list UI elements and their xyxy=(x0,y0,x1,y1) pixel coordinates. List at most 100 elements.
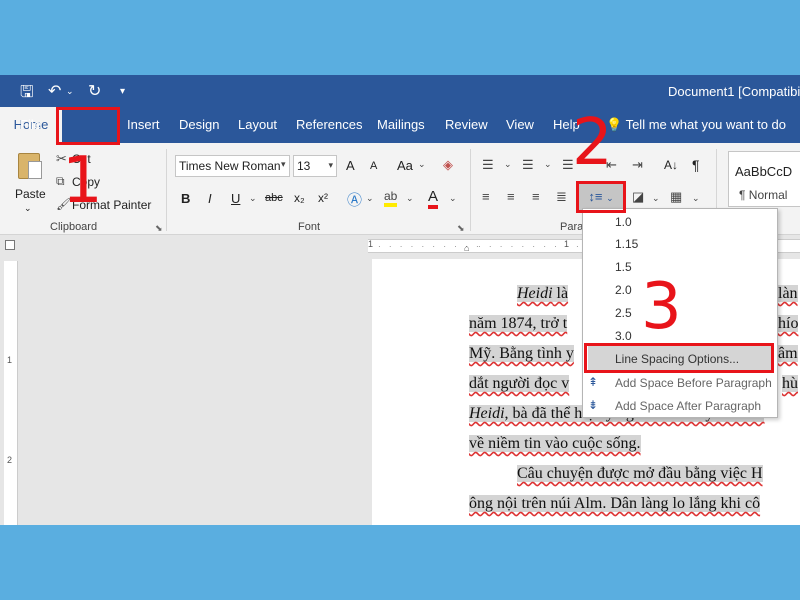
ribbon-tabs: File Home Insert Design Layout Reference… xyxy=(0,107,800,143)
bullets-dropdown-icon[interactable]: ⌄ xyxy=(504,159,512,170)
strikethrough-button[interactable]: abc xyxy=(265,192,283,204)
tab-layout[interactable]: Layout xyxy=(238,117,277,132)
doc-line: Câu chuyện được mở đầu bằng việc H xyxy=(517,465,763,483)
styles-gallery[interactable]: AaBbCcD ¶ Normal xyxy=(728,151,800,207)
line-spacing-option-2-5[interactable]: 2.5 xyxy=(615,306,632,320)
doc-text: Heidi xyxy=(469,405,505,422)
doc-text: hù xyxy=(782,375,798,392)
paste-button[interactable]: Paste ⌄ xyxy=(10,151,50,213)
ruler-tick-label: 1 xyxy=(7,355,13,365)
font-size-value: 13 xyxy=(297,159,311,173)
tab-review[interactable]: Review xyxy=(445,117,488,132)
divider xyxy=(470,149,471,231)
bold-button[interactable]: B xyxy=(181,191,190,206)
doc-text: về niềm tin vào cuộc sống. xyxy=(469,435,641,452)
annotation-box-home xyxy=(56,107,120,145)
tell-me-search[interactable]: 💡 Tell me what you want to do xyxy=(606,117,786,133)
doc-line: về niềm tin vào cuộc sống. xyxy=(469,435,641,453)
bullets-icon[interactable]: ☰ xyxy=(482,157,494,173)
doc-text: ông nội trên núi Alm. Dân làng lo lắng k… xyxy=(469,495,761,512)
font-group-label: Font xyxy=(298,221,321,233)
change-case-dropdown-icon[interactable]: ⌄ xyxy=(418,159,426,170)
font-family-select[interactable]: Times New Roman xyxy=(175,155,290,177)
highlight-icon[interactable]: ab xyxy=(384,189,398,207)
vertical-ruler[interactable]: 1 2 xyxy=(4,261,18,525)
save-icon[interactable]: 🖫 xyxy=(20,81,34,108)
increase-indent-icon[interactable]: ⇥ xyxy=(632,157,643,173)
tab-mailings[interactable]: Mailings xyxy=(377,117,425,132)
doc-line: Mỹ. Bằng tình y xyxy=(469,345,574,363)
add-space-before-icon: ⇞ xyxy=(588,375,599,389)
doc-text: âm xyxy=(778,345,798,362)
font-size-dropdown-icon: ▾ xyxy=(328,160,333,170)
justify-icon[interactable]: ≣ xyxy=(556,189,567,205)
tab-selector-icon[interactable] xyxy=(5,240,15,250)
tab-file[interactable]: File xyxy=(20,117,41,132)
shading-icon[interactable]: ◪ xyxy=(632,189,644,205)
font-color-dropdown-icon[interactable]: ⌄ xyxy=(449,193,457,204)
annotation-number-3: 3 xyxy=(641,270,682,344)
text-effects-icon[interactable]: Ⓐ xyxy=(347,189,362,210)
doc-line: dắt người đọc v xyxy=(469,375,570,393)
highlight-dropdown-icon[interactable]: ⌄ xyxy=(406,193,414,204)
doc-text: làn xyxy=(778,285,798,302)
add-space-after-item[interactable]: Add Space After Paragraph xyxy=(615,399,761,413)
add-space-before-item[interactable]: Add Space Before Paragraph xyxy=(615,376,772,390)
grow-font-button[interactable]: A xyxy=(346,158,355,173)
line-spacing-option-1-15[interactable]: 1.15 xyxy=(615,237,638,251)
tab-design[interactable]: Design xyxy=(179,117,219,132)
add-space-after-icon: ⇟ xyxy=(588,398,599,412)
borders-icon[interactable]: ▦ xyxy=(670,189,682,205)
customize-icon[interactable]: ▾ xyxy=(120,86,125,97)
indent-marker-icon[interactable]: ⌂ xyxy=(464,243,469,253)
clipboard-launcher-icon[interactable]: ⬊ xyxy=(155,223,163,234)
font-family-dropdown-icon[interactable]: ▾ xyxy=(281,159,286,170)
paste-dropdown-icon: ⌄ xyxy=(24,203,32,213)
underline-button[interactable]: U xyxy=(231,191,240,206)
borders-dropdown-icon[interactable]: ⌄ xyxy=(692,193,700,204)
line-spacing-option-1-5[interactable]: 1.5 xyxy=(615,260,632,274)
line-spacing-option-1-0[interactable]: 1.0 xyxy=(615,215,632,229)
clear-formatting-icon[interactable]: ◈ xyxy=(443,157,453,173)
doc-line: năm 1874, trở t xyxy=(469,315,568,333)
line-spacing-option-2-0[interactable]: 2.0 xyxy=(615,283,632,297)
redo-icon[interactable]: ↻ xyxy=(88,81,101,101)
line-spacing-option-3-0[interactable]: 3.0 xyxy=(615,329,632,343)
title-bar: 🖫 ↶ ⌄ ↻ ▾ Document1 [Compatibil xyxy=(0,75,800,107)
align-right-icon[interactable]: ≡ xyxy=(532,189,540,204)
doc-text: Heidi xyxy=(517,285,553,302)
tab-references[interactable]: References xyxy=(296,117,362,132)
align-center-icon[interactable]: ≡ xyxy=(507,189,515,204)
undo-dropdown-icon[interactable]: ⌄ xyxy=(66,86,74,97)
font-size-select[interactable]: 13 ▾ xyxy=(293,155,337,177)
doc-text: hío xyxy=(778,315,799,332)
font-color-button[interactable]: A xyxy=(428,188,439,209)
clipboard-group-label: Clipboard xyxy=(50,221,98,233)
tab-insert[interactable]: Insert xyxy=(127,117,160,132)
doc-text: Mỹ. Bằng tình y xyxy=(469,345,574,362)
font-launcher-icon[interactable]: ⬊ xyxy=(457,223,465,234)
numbering-icon[interactable]: ☰ xyxy=(522,157,534,173)
undo-icon[interactable]: ↶ xyxy=(48,81,61,101)
align-left-icon[interactable]: ≡ xyxy=(482,189,490,204)
numbering-dropdown-icon[interactable]: ⌄ xyxy=(544,159,552,170)
annotation-number-2: 2 xyxy=(572,106,613,180)
doc-line: Heidi là xyxy=(517,285,569,303)
italic-button[interactable]: I xyxy=(208,191,212,206)
ruler-tick-label: 2 xyxy=(7,455,13,465)
text-effects-dropdown-icon[interactable]: ⌄ xyxy=(366,193,374,204)
ruler-tick-label: 1 xyxy=(368,239,374,249)
subscript-button[interactable]: x₂ xyxy=(294,191,305,205)
doc-text: Câu chuyện được mở đầu bằng việc H xyxy=(517,465,763,482)
shrink-font-button[interactable]: A xyxy=(370,160,377,172)
doc-text: dắt người đọc v xyxy=(469,375,570,392)
ruler-tick-label: 1 xyxy=(564,239,570,249)
shading-dropdown-icon[interactable]: ⌄ xyxy=(652,193,660,204)
show-marks-button[interactable]: ¶ xyxy=(692,157,700,173)
doc-text: là xyxy=(552,285,569,302)
sort-button[interactable]: A↓ xyxy=(664,158,678,172)
superscript-button[interactable]: x² xyxy=(318,191,328,205)
change-case-button[interactable]: Aa xyxy=(397,158,413,173)
tab-view[interactable]: View xyxy=(506,117,534,132)
underline-dropdown-icon[interactable]: ⌄ xyxy=(249,193,257,204)
